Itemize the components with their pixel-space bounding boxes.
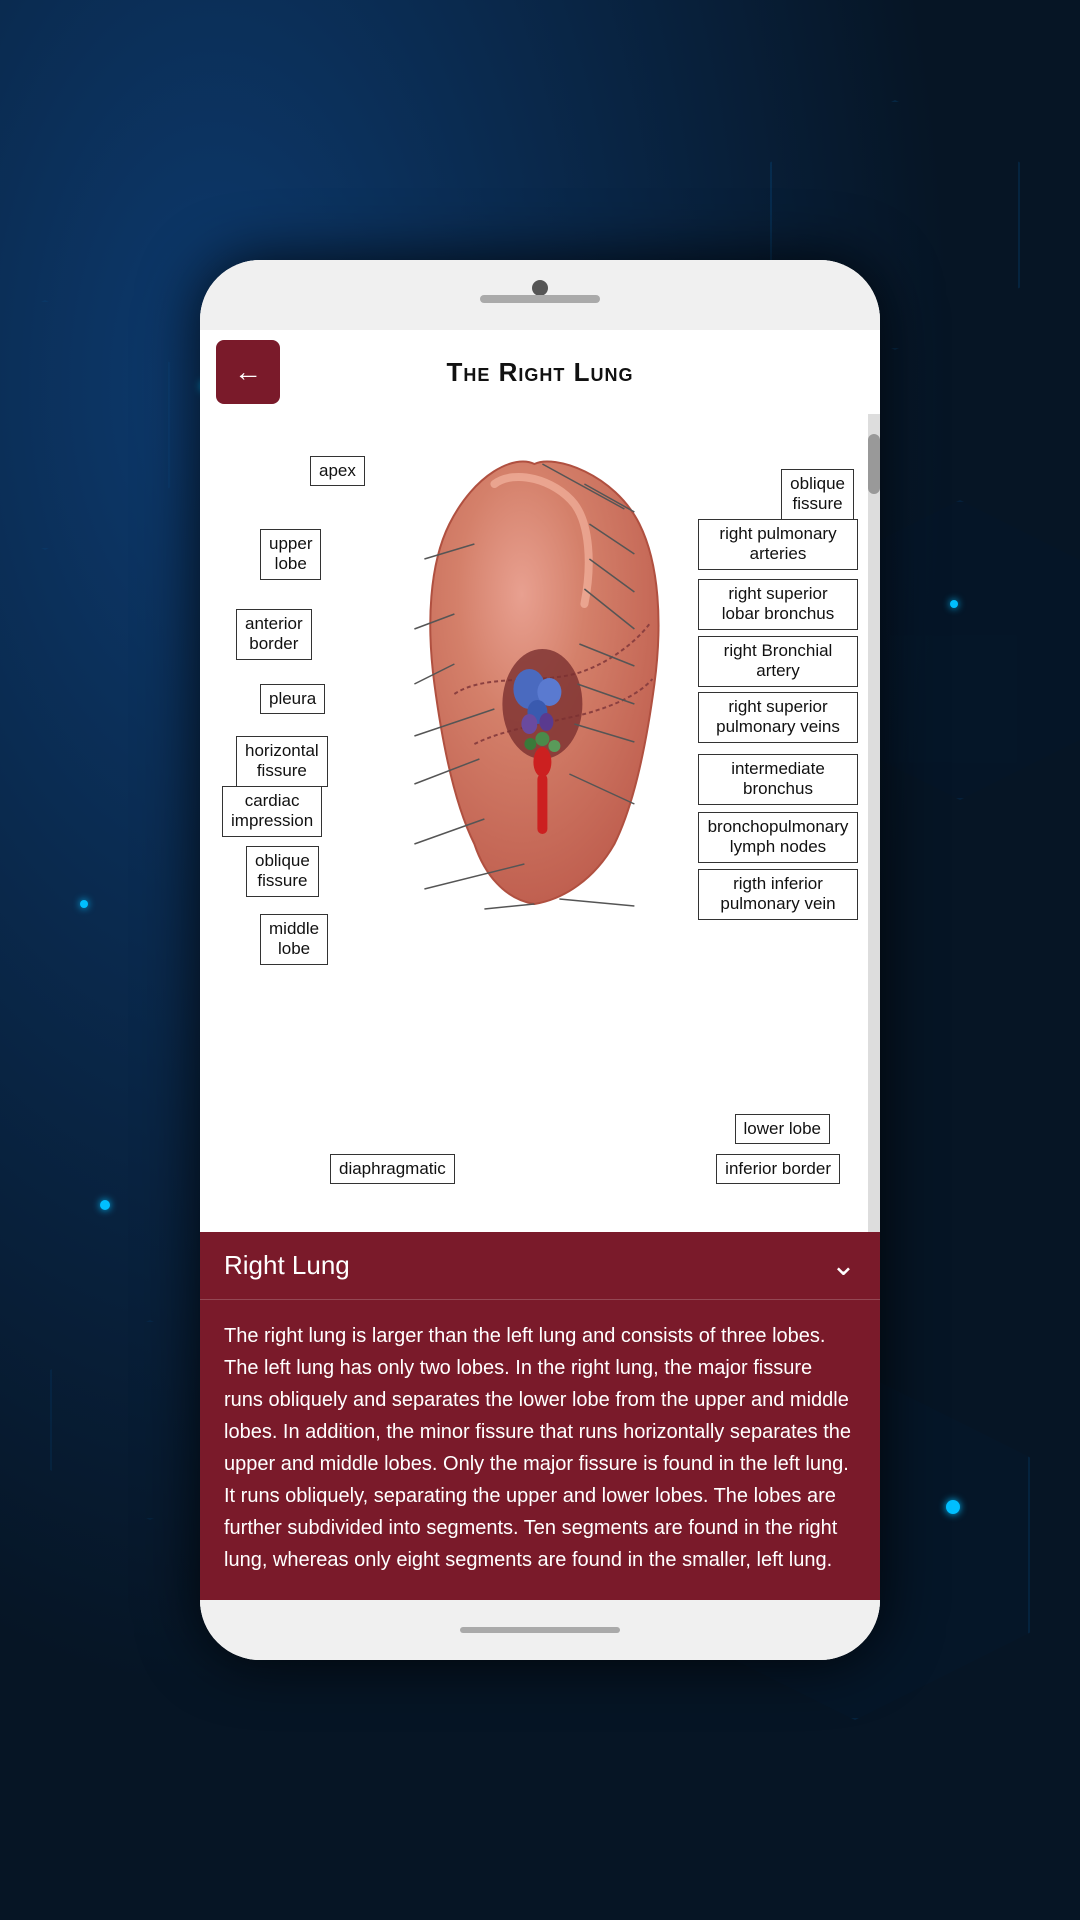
info-panel: Right Lung ⌄ The right lung is larger th… [200, 1232, 880, 1600]
label-apex[interactable]: apex [310, 456, 365, 486]
bg-dot [100, 1200, 110, 1210]
scrollbar-thumb [868, 434, 880, 494]
back-arrow-icon: ← [234, 358, 262, 386]
info-panel-description: The right lung is larger than the left l… [200, 1300, 880, 1600]
scrollbar[interactable] [868, 414, 880, 1232]
label-rigth-inferior-pulmonary-vein[interactable]: rigth inferior pulmonary vein [698, 869, 858, 920]
info-panel-header[interactable]: Right Lung ⌄ [200, 1232, 880, 1300]
label-lower-lobe[interactable]: lower lobe [735, 1114, 831, 1144]
app-header: ← The Right Lung [200, 330, 880, 414]
phone-topbar [200, 260, 880, 330]
label-oblique-fissure-right[interactable]: oblique fissure [781, 469, 854, 520]
label-cardiac-impression[interactable]: cardiac impression [222, 786, 322, 837]
label-inferior-border[interactable]: inferior border [716, 1154, 840, 1184]
label-upper-lobe[interactable]: upper lobe [260, 529, 321, 580]
label-middle-lobe[interactable]: middle lobe [260, 914, 328, 965]
back-button[interactable]: ← [216, 340, 280, 404]
label-intermediate-bronchus[interactable]: intermediate bronchus [698, 754, 858, 805]
label-anterior-border[interactable]: anterior border [236, 609, 312, 660]
lung-illustration [394, 444, 674, 914]
app-screen: ← The Right Lung [200, 330, 880, 1600]
diagram-area: apex upper lobe anterior border pleura h… [200, 414, 880, 1232]
phone-speaker [480, 295, 600, 303]
label-pleura[interactable]: pleura [260, 684, 325, 714]
label-right-pulmonary-arteries[interactable]: right pulmonary arteries [698, 519, 858, 570]
label-right-bronchial-artery[interactable]: right Bronchial artery [698, 636, 858, 687]
info-panel-title: Right Lung [224, 1250, 350, 1281]
home-indicator [460, 1627, 620, 1633]
chevron-down-icon[interactable]: ⌄ [831, 1248, 856, 1283]
label-right-superior-lobar-bronchus[interactable]: right superior lobar bronchus [698, 579, 858, 630]
label-oblique-fissure-left[interactable]: oblique fissure [246, 846, 319, 897]
phone-camera [532, 280, 548, 296]
label-bronchopulmonary-lymph-nodes[interactable]: bronchopulmonary lymph nodes [698, 812, 858, 863]
phone-bottombar [200, 1600, 880, 1660]
phone-frame: ← The Right Lung [200, 260, 880, 1660]
label-right-superior-pulmonary-veins[interactable]: right superior pulmonary veins [698, 692, 858, 743]
bg-dot [80, 900, 88, 908]
label-horizontal-fissure[interactable]: horizontal fissure [236, 736, 328, 787]
bg-dot [946, 1500, 960, 1514]
label-diaphragmatic[interactable]: diaphragmatic [330, 1154, 455, 1184]
bg-dot [950, 600, 958, 608]
page-title: The Right Lung [280, 357, 800, 388]
